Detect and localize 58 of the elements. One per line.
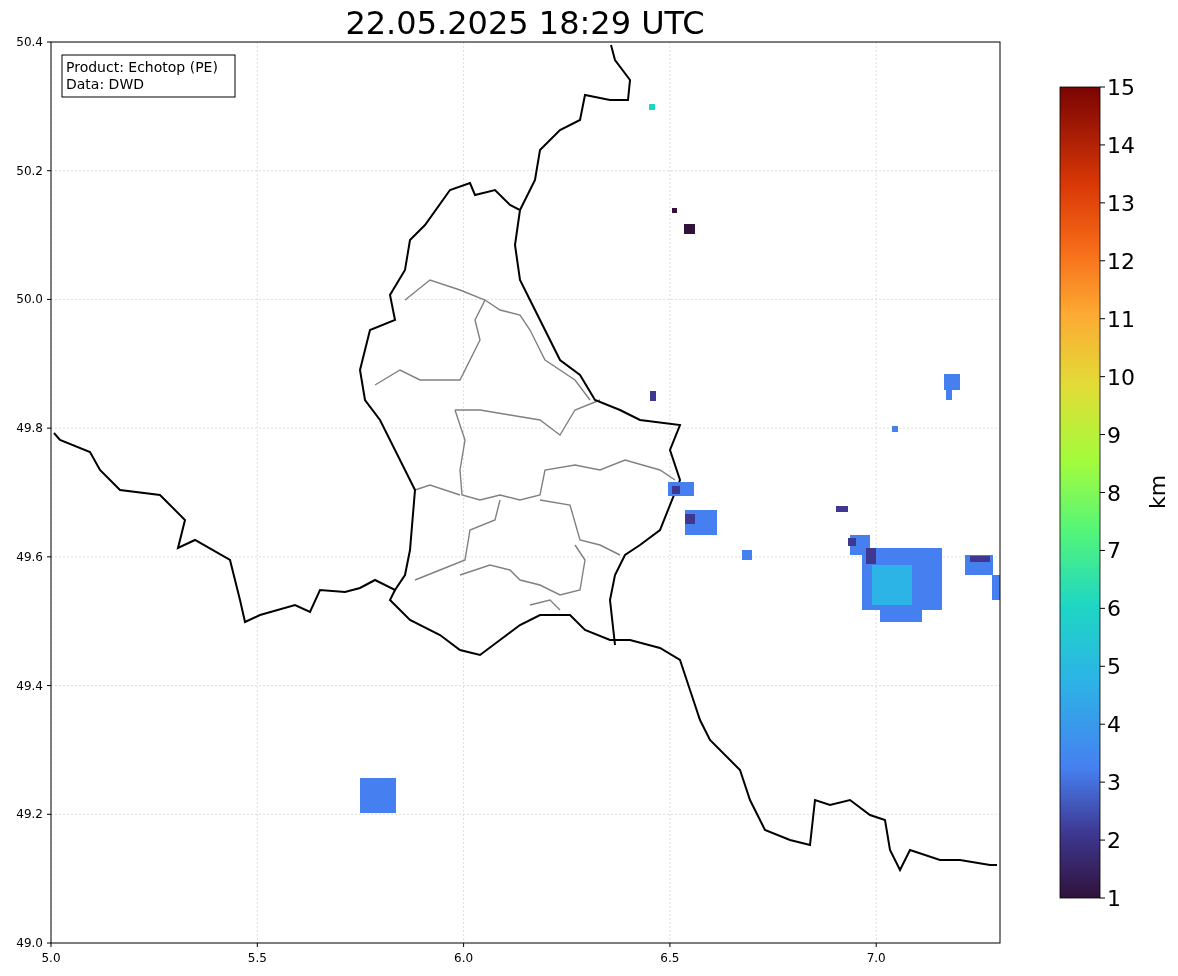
colorbar-tick-label: 15 (1107, 75, 1135, 100)
tick-label: 49.8 (16, 421, 43, 436)
tick-mark (46, 298, 52, 300)
legend-text: Data: DWD (66, 76, 144, 92)
tick-label: 6.5 (660, 951, 680, 965)
tick-mark (256, 942, 258, 948)
tick-mark (46, 427, 52, 429)
tick-mark (46, 685, 52, 687)
tick-mark (46, 556, 52, 558)
tick-mark (1099, 549, 1106, 551)
tick-mark (1099, 607, 1106, 609)
tick-label: 7.0 (866, 951, 886, 965)
tick-mark (1099, 434, 1106, 436)
colorbar-tick-label: 5 (1107, 654, 1121, 680)
colorbar-label: km (1145, 474, 1170, 510)
tick-mark (1099, 665, 1106, 667)
tick-label: 50.4 (16, 35, 43, 49)
colorbar-tick-label: 2 (1107, 828, 1121, 854)
colorbar-tick-label: 13 (1107, 190, 1135, 216)
tick-label: 49.4 (16, 678, 43, 693)
tick-label: 6.0 (454, 951, 474, 965)
tick-mark (669, 942, 671, 948)
colorbar-tick-label: 7 (1107, 538, 1121, 564)
tick-mark (1099, 260, 1106, 262)
tick-mark (46, 170, 52, 172)
colorbar-tick-label: 11 (1107, 306, 1135, 332)
chart-title: 22.05.2025 18:29 UTC (345, 4, 705, 42)
tick-mark (1099, 839, 1106, 841)
tick-label: 50.0 (16, 292, 43, 307)
tick-mark (1099, 318, 1106, 320)
colorbar-tick-label: 6 (1107, 596, 1121, 622)
colorbar-tick-label: 4 (1107, 712, 1121, 738)
tick-label: 49.2 (16, 807, 43, 822)
tick-mark (1099, 781, 1106, 783)
colorbar-tick-label: 10 (1107, 364, 1135, 390)
colorbar-tick-label: 8 (1107, 480, 1121, 506)
tick-mark (1099, 723, 1106, 725)
tick-mark (875, 942, 877, 948)
tick-mark (1099, 144, 1106, 146)
tick-mark (1099, 202, 1106, 204)
colorbar-tick-label: 3 (1107, 770, 1121, 796)
tick-label: 49.6 (16, 549, 43, 564)
tick-label: 49.0 (16, 936, 43, 950)
colorbar-tick-label: 1 (1107, 886, 1121, 911)
colorbar-tick-label: 14 (1107, 132, 1135, 158)
tick-mark (46, 813, 52, 815)
tick-mark (1099, 376, 1106, 378)
colorbar-tick-label: 9 (1107, 422, 1121, 448)
tick-mark (46, 41, 52, 43)
tick-label: 50.2 (16, 163, 43, 178)
colorbar-tick-label: 12 (1107, 248, 1135, 274)
tick-mark (1099, 86, 1106, 88)
tick-mark (1099, 492, 1106, 493)
legend-text: Product: Echotop (PE) (66, 59, 218, 75)
tick-label: 5.5 (247, 951, 267, 965)
tick-mark (1099, 897, 1106, 899)
tick-label: 5.0 (41, 951, 61, 965)
tick-mark (463, 942, 465, 948)
